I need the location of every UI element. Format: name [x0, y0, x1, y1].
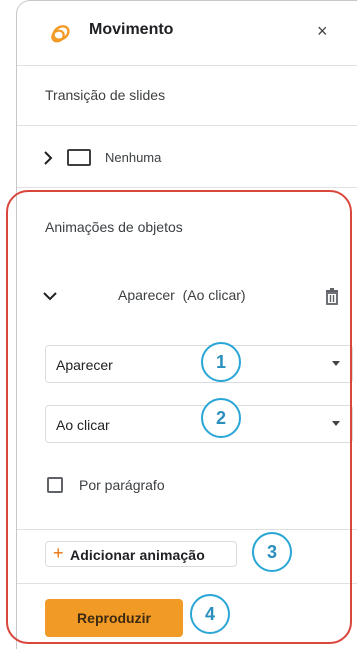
annotation-badge-2: 2: [201, 398, 241, 438]
chevron-right-icon[interactable]: [43, 151, 53, 165]
add-animation-button[interactable]: + Adicionar animação: [45, 541, 237, 567]
divider: [17, 65, 357, 66]
close-icon[interactable]: ×: [317, 21, 328, 42]
by-paragraph-checkbox[interactable]: [47, 477, 63, 493]
panel-header: Movimento ×: [17, 1, 357, 65]
add-animation-label: Adicionar animação: [70, 547, 205, 563]
divider: [17, 583, 357, 584]
panel-title: Movimento: [89, 21, 174, 38]
by-paragraph-label: Por parágrafo: [79, 477, 165, 493]
transition-value: Nenhuma: [105, 150, 162, 165]
animation-item-label: Aparecer (Ao clicar): [118, 287, 246, 303]
play-button[interactable]: Reproduzir: [45, 599, 183, 637]
motion-logo-icon: [51, 25, 70, 43]
motion-panel: Movimento × Transição de slides Nenhuma …: [16, 0, 357, 649]
delete-icon[interactable]: [323, 287, 341, 305]
slide-thumbnail-icon: [67, 149, 91, 166]
chevron-down-icon[interactable]: [43, 291, 57, 301]
dropdown-arrow-icon: [332, 421, 340, 426]
annotation-badge-3: 3: [252, 532, 292, 572]
plus-icon: +: [53, 543, 64, 563]
annotation-badge-1: 1: [201, 342, 241, 382]
divider: [17, 529, 357, 530]
transition-row[interactable]: Nenhuma: [17, 125, 357, 187]
annotation-badge-4: 4: [190, 594, 230, 634]
animation-item[interactable]: Aparecer (Ao clicar): [17, 271, 357, 319]
play-button-label: Reproduzir: [77, 610, 151, 626]
trigger-dropdown[interactable]: Ao clicar: [45, 405, 353, 443]
divider: [17, 187, 357, 188]
effect-dropdown-value: Aparecer: [56, 357, 113, 373]
transition-section-title: Transição de slides: [45, 87, 166, 103]
effect-dropdown[interactable]: Aparecer: [45, 345, 353, 383]
animations-section-title: Animações de objetos: [45, 219, 183, 235]
dropdown-arrow-icon: [332, 361, 340, 366]
trigger-dropdown-value: Ao clicar: [56, 417, 110, 433]
